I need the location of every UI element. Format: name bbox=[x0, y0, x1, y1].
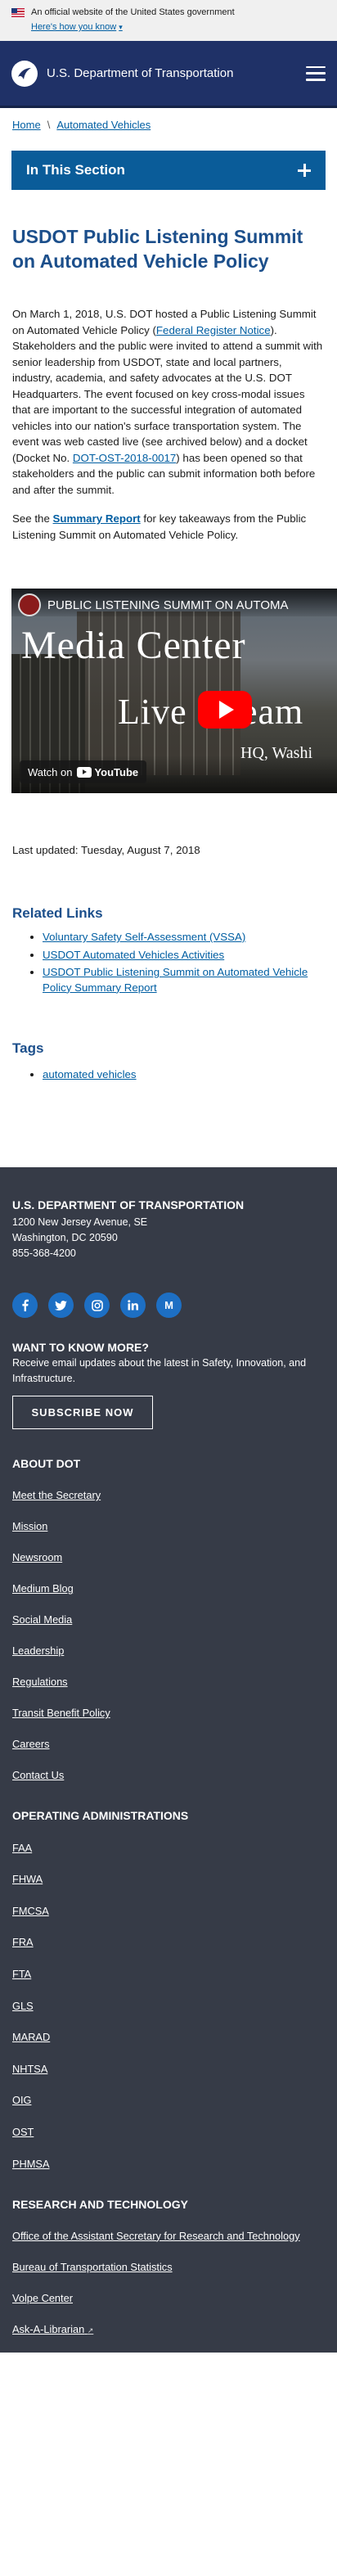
footer-link-meet-the-secretary[interactable]: Meet the Secretary bbox=[12, 1490, 325, 1501]
facebook-icon[interactable] bbox=[12, 1293, 38, 1318]
research-technology-links: Office of the Assistant Secretary for Re… bbox=[12, 2230, 325, 2336]
summary-report-link[interactable]: Summary Report bbox=[53, 512, 141, 525]
site-footer: U.S. DEPARTMENT OF TRANSPORTATION 1200 N… bbox=[0, 1167, 337, 2353]
footer-link-fra[interactable]: FRA bbox=[12, 1937, 325, 1948]
footer-link-fhwa[interactable]: FHWA bbox=[12, 1874, 325, 1885]
tag-list: automated vehicles bbox=[43, 1068, 325, 1080]
medium-letter[interactable]: M bbox=[164, 1299, 173, 1311]
last-updated: Last updated: Tuesday, August 7, 2018 bbox=[12, 844, 200, 856]
medium-icon[interactable]: M bbox=[156, 1293, 182, 1318]
footer-address-line1: 1200 New Jersey Avenue, SE bbox=[12, 1216, 148, 1228]
related-link-summary-report[interactable]: USDOT Public Listening Summit on Automat… bbox=[43, 966, 308, 994]
footer-link-transit-benefit-policy[interactable]: Transit Benefit Policy bbox=[12, 1708, 325, 1719]
watch-on-youtube-button[interactable]: Watch on YouTube bbox=[20, 760, 147, 783]
chevron-down-icon[interactable]: ▾ bbox=[119, 23, 123, 32]
page-title: USDOT Public Listening Summit on Automat… bbox=[12, 226, 303, 272]
summary-paragraph: See the Summary Report for key takeaways… bbox=[12, 511, 325, 543]
ask-a-librarian-label[interactable]: Ask-A-Librarian bbox=[12, 2323, 84, 2335]
footer-link-social-media[interactable]: Social Media bbox=[12, 1614, 325, 1626]
want-to-know-description: Receive email updates about the latest i… bbox=[12, 1357, 307, 1384]
footer-link-regulations[interactable]: Regulations bbox=[12, 1676, 325, 1688]
footer-link-faa[interactable]: FAA bbox=[12, 1842, 325, 1854]
footer-link-nhtsa[interactable]: NHTSA bbox=[12, 2063, 325, 2075]
related-links-heading: Related Links bbox=[12, 905, 103, 921]
video-title[interactable]: PUBLIC LISTENING SUMMIT ON AUTOMA bbox=[47, 598, 289, 612]
footer-link-phmsa[interactable]: PHMSA bbox=[12, 2158, 325, 2170]
breadcrumb-separator: \ bbox=[47, 118, 51, 131]
footer-link-ost[interactable]: OST bbox=[12, 2126, 325, 2138]
intro-paragraph: On March 1, 2018, U.S. DOT hosted a Publ… bbox=[12, 306, 325, 498]
footer-link-medium-blog[interactable]: Medium Blog bbox=[12, 1583, 325, 1595]
want-to-know-heading: WANT TO KNOW MORE? bbox=[12, 1341, 149, 1354]
dot-seal-icon[interactable] bbox=[11, 60, 38, 87]
footer-link-newsroom[interactable]: Newsroom bbox=[12, 1552, 325, 1563]
list-item: Voluntary Safety Self-Assessment (VSSA) bbox=[43, 930, 325, 945]
play-button-icon[interactable] bbox=[198, 691, 252, 729]
official-website-text: An official website of the United States… bbox=[31, 7, 235, 17]
docket-link[interactable]: DOT-OST-2018-0017 bbox=[73, 452, 176, 464]
how-you-know-label[interactable]: Here's how you know bbox=[31, 22, 116, 32]
footer-link-careers[interactable]: Careers bbox=[12, 1739, 325, 1750]
plus-icon[interactable] bbox=[298, 164, 311, 177]
footer-link-ask-a-librarian[interactable]: Ask-A-Librarian ↗ bbox=[12, 2323, 325, 2336]
footer-link-bts[interactable]: Bureau of Transportation Statistics bbox=[12, 2261, 325, 2273]
subscribe-button[interactable]: SUBSCRIBE NOW bbox=[12, 1396, 153, 1429]
operating-administrations-links: FAA FHWA FMCSA FRA FTA GLS MARAD NHTSA O… bbox=[12, 1842, 325, 2170]
site-logo-link[interactable]: U.S. Department of Transportation bbox=[11, 60, 233, 87]
footer-link-volpe[interactable]: Volpe Center bbox=[12, 2292, 325, 2304]
how-you-know-link[interactable]: Here's how you know ▾ bbox=[31, 22, 326, 32]
related-links-list: Voluntary Safety Self-Assessment (VSSA) … bbox=[43, 930, 325, 995]
article-body: On March 1, 2018, U.S. DOT hosted a Publ… bbox=[12, 306, 325, 543]
research-technology-heading: RESEARCH AND TECHNOLOGY bbox=[12, 2197, 188, 2211]
footer-link-fmcsa[interactable]: FMCSA bbox=[12, 1905, 325, 1917]
footer-phone: 855-368-4200 bbox=[12, 1247, 76, 1259]
footer-link-ost-r[interactable]: Office of the Assistant Secretary for Re… bbox=[12, 2230, 325, 2242]
about-dot-links: Meet the Secretary Mission Newsroom Medi… bbox=[12, 1490, 325, 1781]
footer-link-oig[interactable]: OIG bbox=[12, 2095, 325, 2106]
in-this-section-label[interactable]: In This Section bbox=[26, 162, 125, 178]
footer-link-mission[interactable]: Mission bbox=[12, 1521, 325, 1532]
tags-heading: Tags bbox=[12, 1040, 44, 1056]
tag-automated-vehicles[interactable]: automated vehicles bbox=[43, 1068, 137, 1080]
twitter-icon[interactable] bbox=[48, 1293, 74, 1318]
footer-address-line2: Washington, DC 20590 bbox=[12, 1232, 118, 1243]
breadcrumb: Home \ Automated Vehicles bbox=[0, 112, 337, 137]
social-links: M bbox=[12, 1293, 325, 1318]
footer-address: 1200 New Jersey Avenue, SE Washington, D… bbox=[12, 1215, 325, 1261]
in-this-section-toggle[interactable]: In This Section bbox=[11, 151, 326, 190]
gov-banner-row: An official website of the United States… bbox=[11, 5, 326, 20]
youtube-label[interactable]: YouTube bbox=[94, 766, 138, 778]
list-item: USDOT Public Listening Summit on Automat… bbox=[43, 965, 325, 995]
breadcrumb-automated-vehicles[interactable]: Automated Vehicles bbox=[56, 119, 151, 131]
footer-org-name: U.S. DEPARTMENT OF TRANSPORTATION bbox=[12, 1198, 245, 1211]
youtube-video-embed[interactable]: PUBLIC LISTENING SUMMIT ON AUTOMA Media … bbox=[11, 589, 337, 793]
related-link-vssa[interactable]: Voluntary Safety Self-Assessment (VSSA) bbox=[43, 931, 245, 943]
instagram-icon[interactable] bbox=[84, 1293, 110, 1318]
federal-register-link[interactable]: Federal Register Notice bbox=[156, 324, 271, 336]
related-link-av-activities[interactable]: USDOT Automated Vehicles Activities bbox=[43, 949, 224, 961]
youtube-logo-icon[interactable]: YouTube bbox=[77, 766, 138, 778]
footer-link-fta[interactable]: FTA bbox=[12, 1968, 325, 1980]
breadcrumb-home[interactable]: Home bbox=[12, 119, 41, 131]
gov-banner: An official website of the United States… bbox=[0, 0, 337, 41]
list-item: USDOT Automated Vehicles Activities bbox=[43, 948, 325, 963]
summary-text-1: See the bbox=[12, 512, 53, 525]
video-overlay-media-center: Media Center bbox=[21, 624, 246, 667]
footer-link-gls[interactable]: GLS bbox=[12, 2000, 325, 2012]
menu-icon[interactable] bbox=[306, 65, 326, 81]
external-link-icon[interactable]: ↗ bbox=[88, 2326, 94, 2335]
list-item: automated vehicles bbox=[43, 1068, 325, 1080]
operating-administrations-heading: OPERATING ADMINISTRATIONS bbox=[12, 1809, 189, 1822]
site-header: U.S. Department of Transportation bbox=[0, 41, 337, 108]
intro-text-2: ). Stakeholders and the public were invi… bbox=[12, 323, 323, 464]
about-dot-heading: ABOUT DOT bbox=[12, 1457, 81, 1470]
linkedin-icon[interactable] bbox=[120, 1293, 146, 1318]
footer-link-marad[interactable]: MARAD bbox=[12, 2032, 325, 2043]
channel-avatar[interactable] bbox=[18, 593, 41, 616]
us-flag-icon bbox=[11, 7, 25, 17]
site-title[interactable]: U.S. Department of Transportation bbox=[47, 66, 233, 80]
watch-on-label[interactable]: Watch on bbox=[28, 766, 72, 778]
footer-link-contact-us[interactable]: Contact Us bbox=[12, 1770, 325, 1781]
footer-link-leadership[interactable]: Leadership bbox=[12, 1645, 325, 1657]
